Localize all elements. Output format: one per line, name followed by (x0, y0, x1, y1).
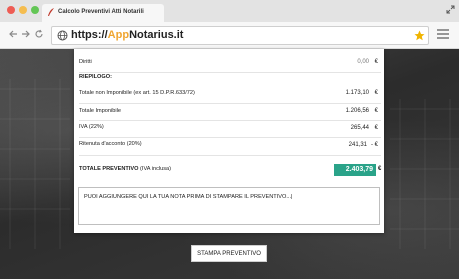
row-label: Totale Imponibile (79, 108, 121, 114)
row-imponibile: Totale Imponibile 1.206,56 € (79, 103, 381, 121)
estimate-summary-card: Diritti 0,00 € RIEPILOGO: Totale non Imp… (74, 49, 384, 233)
row-diritti: Diritti 0,00 € (79, 53, 381, 73)
forward-arrow-icon[interactable] (21, 29, 31, 39)
row-currency: € (374, 125, 378, 131)
back-arrow-icon[interactable] (8, 29, 18, 39)
summary-heading: RIEPILOGO: (79, 74, 112, 80)
minimize-window-button[interactable] (19, 6, 27, 14)
bookmark-star-icon[interactable] (414, 30, 425, 41)
row-ritenuta: Ritenuta d'acconto (20%) 241,31 - € (79, 137, 381, 156)
row-currency: - € (370, 142, 378, 148)
row-currency: € (374, 59, 378, 65)
note-text: PUOI AGGIUNGERE QUI LA TUA NOTA PRIMA DI… (84, 194, 293, 200)
total-label: TOTALE PREVENTIVO (79, 166, 139, 172)
address-bar[interactable]: https://AppNotarius.it (51, 26, 429, 45)
browser-toolbar: https://AppNotarius.it (0, 22, 459, 49)
reload-icon[interactable] (34, 29, 44, 39)
maximize-window-button[interactable] (31, 6, 39, 14)
row-iva: IVA (22%) 265,44 € (79, 120, 381, 138)
url-text: https://AppNotarius.it (71, 29, 184, 41)
fullscreen-icon[interactable] (446, 5, 455, 14)
row-value: 0,00 (357, 59, 369, 65)
row-value: 1.206,56 (345, 108, 369, 114)
globe-icon (57, 30, 68, 41)
tab-title: Calcolo Preventivi Atti Notarili (58, 9, 144, 15)
total-currency: € (378, 166, 382, 172)
row-label: Totale non Imponibile (ex art. 15 D.P.R.… (79, 90, 195, 96)
close-window-button[interactable] (7, 6, 15, 14)
print-estimate-button[interactable]: STAMPA PREVENTIVO (191, 245, 267, 262)
row-currency: € (374, 90, 378, 96)
row-currency: € (374, 108, 378, 114)
browser-tab[interactable]: Calcolo Preventivi Atti Notarili (42, 4, 164, 22)
row-value: 241,31 (348, 142, 367, 148)
browser-titlebar: Calcolo Preventivi Atti Notarili (0, 0, 459, 22)
row-non-imponibile: Totale non Imponibile (ex art. 15 D.P.R.… (79, 86, 381, 104)
row-label: IVA (22%) (79, 124, 104, 130)
total-label-group: TOTALE PREVENTIVO (IVA inclusa) (79, 166, 171, 172)
row-value: 265,44 (350, 125, 369, 131)
row-riepilogo: RIEPILOGO: (79, 72, 381, 86)
row-label: Diritti (79, 59, 92, 65)
total-value: 2.403,79 (345, 166, 373, 173)
quill-icon (48, 8, 54, 16)
total-note: (IVA inclusa) (140, 166, 172, 172)
row-value: 1.173,10 (345, 90, 369, 96)
row-label: Ritenuta d'acconto (20%) (79, 141, 142, 147)
hamburger-menu-icon[interactable] (437, 29, 449, 39)
note-textarea[interactable]: PUOI AGGIUNGERE QUI LA TUA NOTA PRIMA DI… (78, 187, 380, 225)
total-value-box: 2.403,79 (334, 164, 376, 176)
